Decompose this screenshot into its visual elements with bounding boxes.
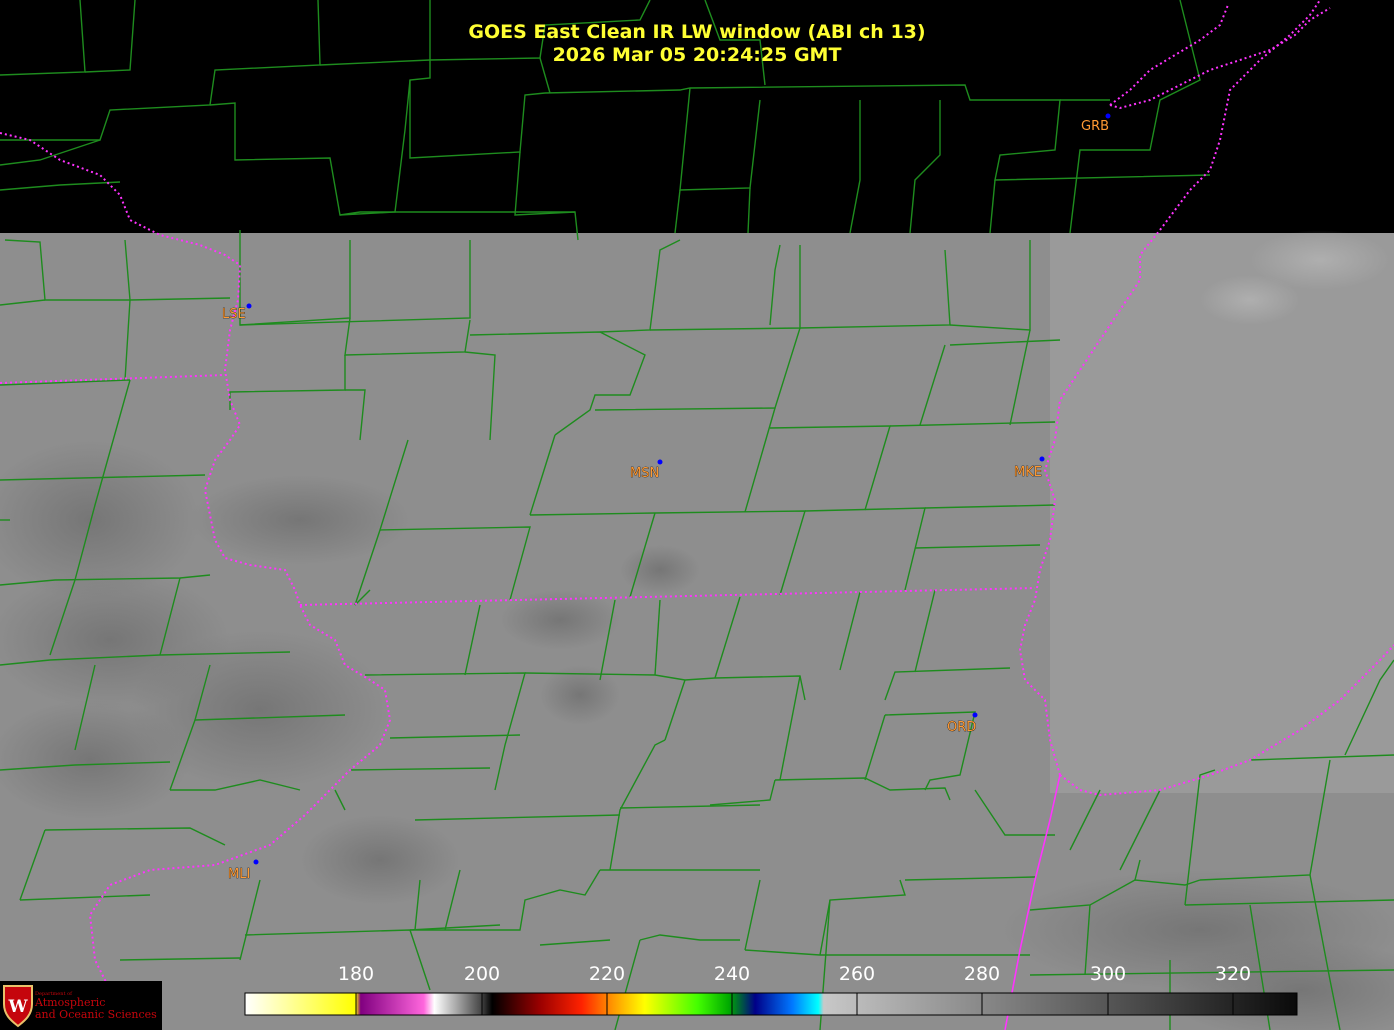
station-dot [1039,456,1045,462]
colorbar-tick-180: 180 [338,963,374,985]
station-label: MSN [630,466,659,481]
colorbar-tick-300: 300 [1090,963,1126,985]
image-timestamp: 2026 Mar 05 20:24:25 GMT [552,44,842,66]
station-label: LSE [222,307,246,322]
station-dot [253,859,259,865]
colorbar-gradient [244,992,1298,1016]
colorbar-tick-240: 240 [714,963,750,985]
station-dot [972,712,978,718]
aos-logo: W Department of Atmospheric and Oceanic … [0,981,162,1030]
colorbar-tick-280: 280 [964,963,1000,985]
logo-line2: and Oceanic Sciences [35,1008,157,1021]
colorbar-tick-220: 220 [589,963,625,985]
station-label: GRB [1081,119,1109,134]
station-dot [246,303,252,309]
station-dot [657,459,663,465]
station-label: MKE [1014,465,1042,480]
station-dot [1105,113,1111,119]
station-label: ORD [947,720,976,735]
colorbar-tick-200: 200 [464,963,500,985]
image-title: GOES East Clean IR LW window (ABI ch 13) [468,21,926,43]
colorbar-tick-320: 320 [1215,963,1251,985]
uw-crest-icon: W [3,985,33,1028]
svg-text:W: W [7,997,28,1017]
satellite-map: GRB LSE MSN MKE ORD MLI 180 200 220 240 … [0,0,1394,1030]
station-label: MLI [228,867,250,882]
colorbar-tick-260: 260 [839,963,875,985]
